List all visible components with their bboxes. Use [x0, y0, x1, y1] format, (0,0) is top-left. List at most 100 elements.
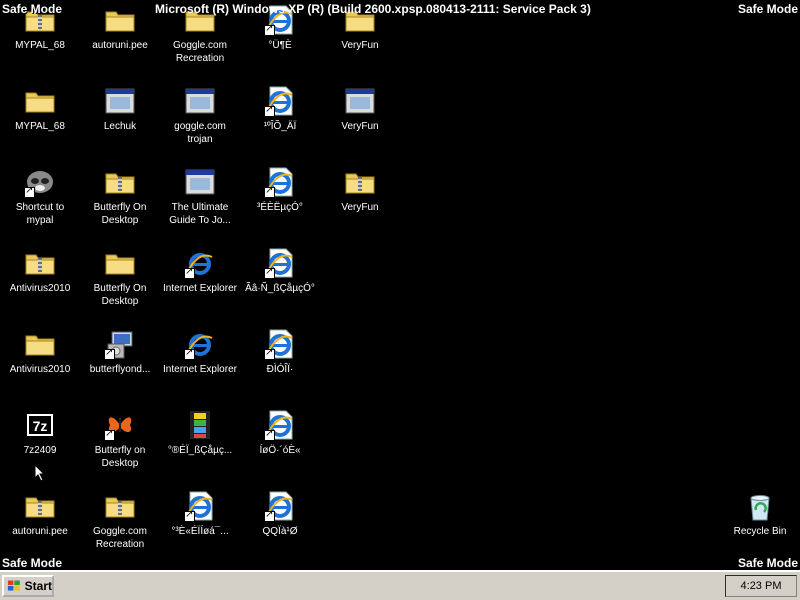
desktop-icon[interactable]: Internet Explorer	[161, 324, 239, 400]
film-icon	[184, 409, 216, 441]
desktop-icon[interactable]: °³È«ÉÏÍøá¯...	[161, 486, 239, 562]
folder-icon	[24, 328, 56, 360]
desktop-icon-label: Goggle.com Recreation	[93, 526, 147, 550]
desktop-icon-label: The Ultimate Guide To Jo...	[169, 202, 231, 226]
zip-folder-icon	[104, 490, 136, 522]
start-label: Start	[24, 579, 52, 593]
desktop-icon-label: ÐÌÓÎÏ·	[266, 364, 294, 375]
application-window-icon	[344, 85, 376, 117]
desktop-icon-label: ÍøÖ·´óÈ«	[259, 445, 301, 456]
desktop-icon-label: °®ÉÏ_ßÇåµç...	[167, 445, 233, 456]
desktop-icon[interactable]: Antivirus2010	[1, 243, 79, 319]
desktop-icon-label: °³È«ÉÏÍøá¯...	[171, 526, 229, 537]
ie-document-shortcut-icon	[264, 85, 296, 117]
ie-document-shortcut-icon	[264, 328, 296, 360]
application-window-icon	[184, 85, 216, 117]
desktop-icon-label: ³ÉÈËµçÓ°	[257, 202, 303, 213]
desktop-icon-label: Butterfly On Desktop	[93, 283, 147, 307]
desktop-icon-label: QQÏà¹Ø	[262, 526, 298, 537]
desktop-icon[interactable]: Goggle.com Recreation	[81, 486, 159, 562]
desktop-icon-label: Butterfly On Desktop	[93, 202, 147, 226]
system-tray[interactable]: 4:23 PM	[725, 575, 797, 597]
desktop-icon-label: MYPAL_68	[15, 40, 65, 51]
desktop-icon[interactable]: ³ÉÈËµçÓ°	[241, 162, 319, 238]
desktop-icon-label: Butterfly on Desktop	[94, 445, 146, 469]
shortcut-arrow-icon	[264, 185, 275, 198]
desktop-icon-label: VeryFun	[341, 121, 379, 132]
folder-icon	[24, 85, 56, 117]
ie-document-shortcut-icon	[184, 490, 216, 522]
application-window-icon	[104, 85, 136, 117]
internet-explorer-icon	[184, 247, 216, 279]
shortcut-arrow-icon	[264, 509, 275, 522]
shortcut-arrow-icon	[184, 266, 195, 279]
desktop-icon[interactable]: ÍøÖ·´óÈ«	[241, 405, 319, 481]
desktop-icon-label: Recycle Bin	[733, 526, 787, 537]
desktop-icon[interactable]: goggle.com trojan	[161, 81, 239, 157]
ie-document-shortcut-icon	[264, 166, 296, 198]
desktop-icon-label: MYPAL_68	[15, 121, 65, 132]
safe-mode-label-bottom-left: Safe Mode	[2, 556, 63, 570]
desktop-icon-label: Antivirus2010	[9, 364, 71, 375]
desktop-icon[interactable]: ÐÌÓÎÏ·	[241, 324, 319, 400]
desktop-icon[interactable]: Butterfly On Desktop	[81, 243, 159, 319]
mouse-pointer-icon	[34, 464, 46, 482]
start-button[interactable]: Start	[2, 575, 54, 597]
zip-folder-icon	[104, 166, 136, 198]
desktop-icon[interactable]: ¹ºÎÕ_ÄÏ	[241, 81, 319, 157]
desktop-icon-label: VeryFun	[341, 202, 379, 213]
desktop-icon[interactable]: Antivirus2010	[1, 324, 79, 400]
desktop-icon[interactable]: Internet Explorer	[161, 243, 239, 319]
shortcut-arrow-icon	[264, 266, 275, 279]
recycle-bin-icon	[744, 490, 776, 522]
desktop-icon[interactable]: Recycle Bin	[721, 486, 799, 562]
desktop-icon[interactable]: autoruni.pee	[81, 0, 159, 76]
desktop-icon[interactable]: Butterfly on Desktop	[81, 405, 159, 481]
shortcut-arrow-icon	[264, 428, 275, 441]
desktop-icon[interactable]: butterflyond...	[81, 324, 159, 400]
desktop-icon-label: Antivirus2010	[9, 283, 71, 294]
folder-icon	[104, 4, 136, 36]
desktop-icon[interactable]: Shortcut to mypal	[1, 162, 79, 238]
shortcut-arrow-icon	[264, 347, 275, 360]
desktop-icon-label: °Ü¶È	[268, 40, 292, 51]
desktop-icon-label: Lechuk	[103, 121, 137, 132]
desktop-icon[interactable]: autoruni.pee	[1, 486, 79, 562]
windows-logo-icon	[7, 580, 20, 591]
windows-build-banner: Microsoft (R) Windows XP (R) (Build 2600…	[155, 2, 591, 16]
zip-folder-icon	[24, 490, 56, 522]
desktop-icon[interactable]: VeryFun	[321, 162, 399, 238]
application-window-icon	[184, 166, 216, 198]
shortcut-arrow-icon	[264, 23, 275, 36]
raccoon-shortcut-icon	[24, 166, 56, 198]
desktop-icon[interactable]: QQÏà¹Ø	[241, 486, 319, 562]
desktop-icon-label: 7z2409	[23, 445, 57, 456]
safe-mode-label-bottom-right: Safe Mode	[737, 556, 798, 570]
desktop-icon-label: goggle.com trojan	[174, 121, 226, 145]
desktop-icon[interactable]: The Ultimate Guide To Jo...	[161, 162, 239, 238]
butterfly-icon	[104, 409, 136, 441]
desktop-icon-label: Internet Explorer	[163, 283, 237, 294]
desktop-icon[interactable]: Butterfly On Desktop	[81, 162, 159, 238]
desktop-icon-label: VeryFun	[341, 40, 379, 51]
desktop-icon[interactable]: VeryFun	[321, 81, 399, 157]
shortcut-arrow-icon	[184, 509, 195, 522]
zip-folder-icon	[344, 166, 376, 198]
ie-document-shortcut-icon	[264, 247, 296, 279]
zip-folder-icon	[24, 247, 56, 279]
7zip-icon: 7z	[24, 409, 56, 441]
desktop-icon[interactable]: Ãâ·Ñ_ßÇåµçÓ°	[241, 243, 319, 319]
desktop-icon[interactable]: °®ÉÏ_ßÇåµç...	[161, 405, 239, 481]
desktop-icon[interactable]: Lechuk	[81, 81, 159, 157]
desktop[interactable]: MYPAL_68 autoruni.pee Goggle.com Recreatio…	[0, 0, 800, 570]
desktop-icon-label: Goggle.com Recreation	[173, 40, 227, 64]
desktop-icon-label: ¹ºÎÕ_ÄÏ	[263, 121, 297, 132]
svg-text:7z: 7z	[33, 418, 48, 434]
installer-icon	[104, 328, 136, 360]
safe-mode-label-top-right: Safe Mode	[737, 2, 798, 16]
desktop-icon-label: butterflyond...	[89, 364, 151, 375]
taskbar: Start 4:23 PM	[0, 570, 800, 600]
desktop-icon[interactable]: MYPAL_68	[1, 81, 79, 157]
safe-mode-label-top-left: Safe Mode	[2, 2, 63, 16]
shortcut-arrow-icon	[104, 347, 115, 360]
